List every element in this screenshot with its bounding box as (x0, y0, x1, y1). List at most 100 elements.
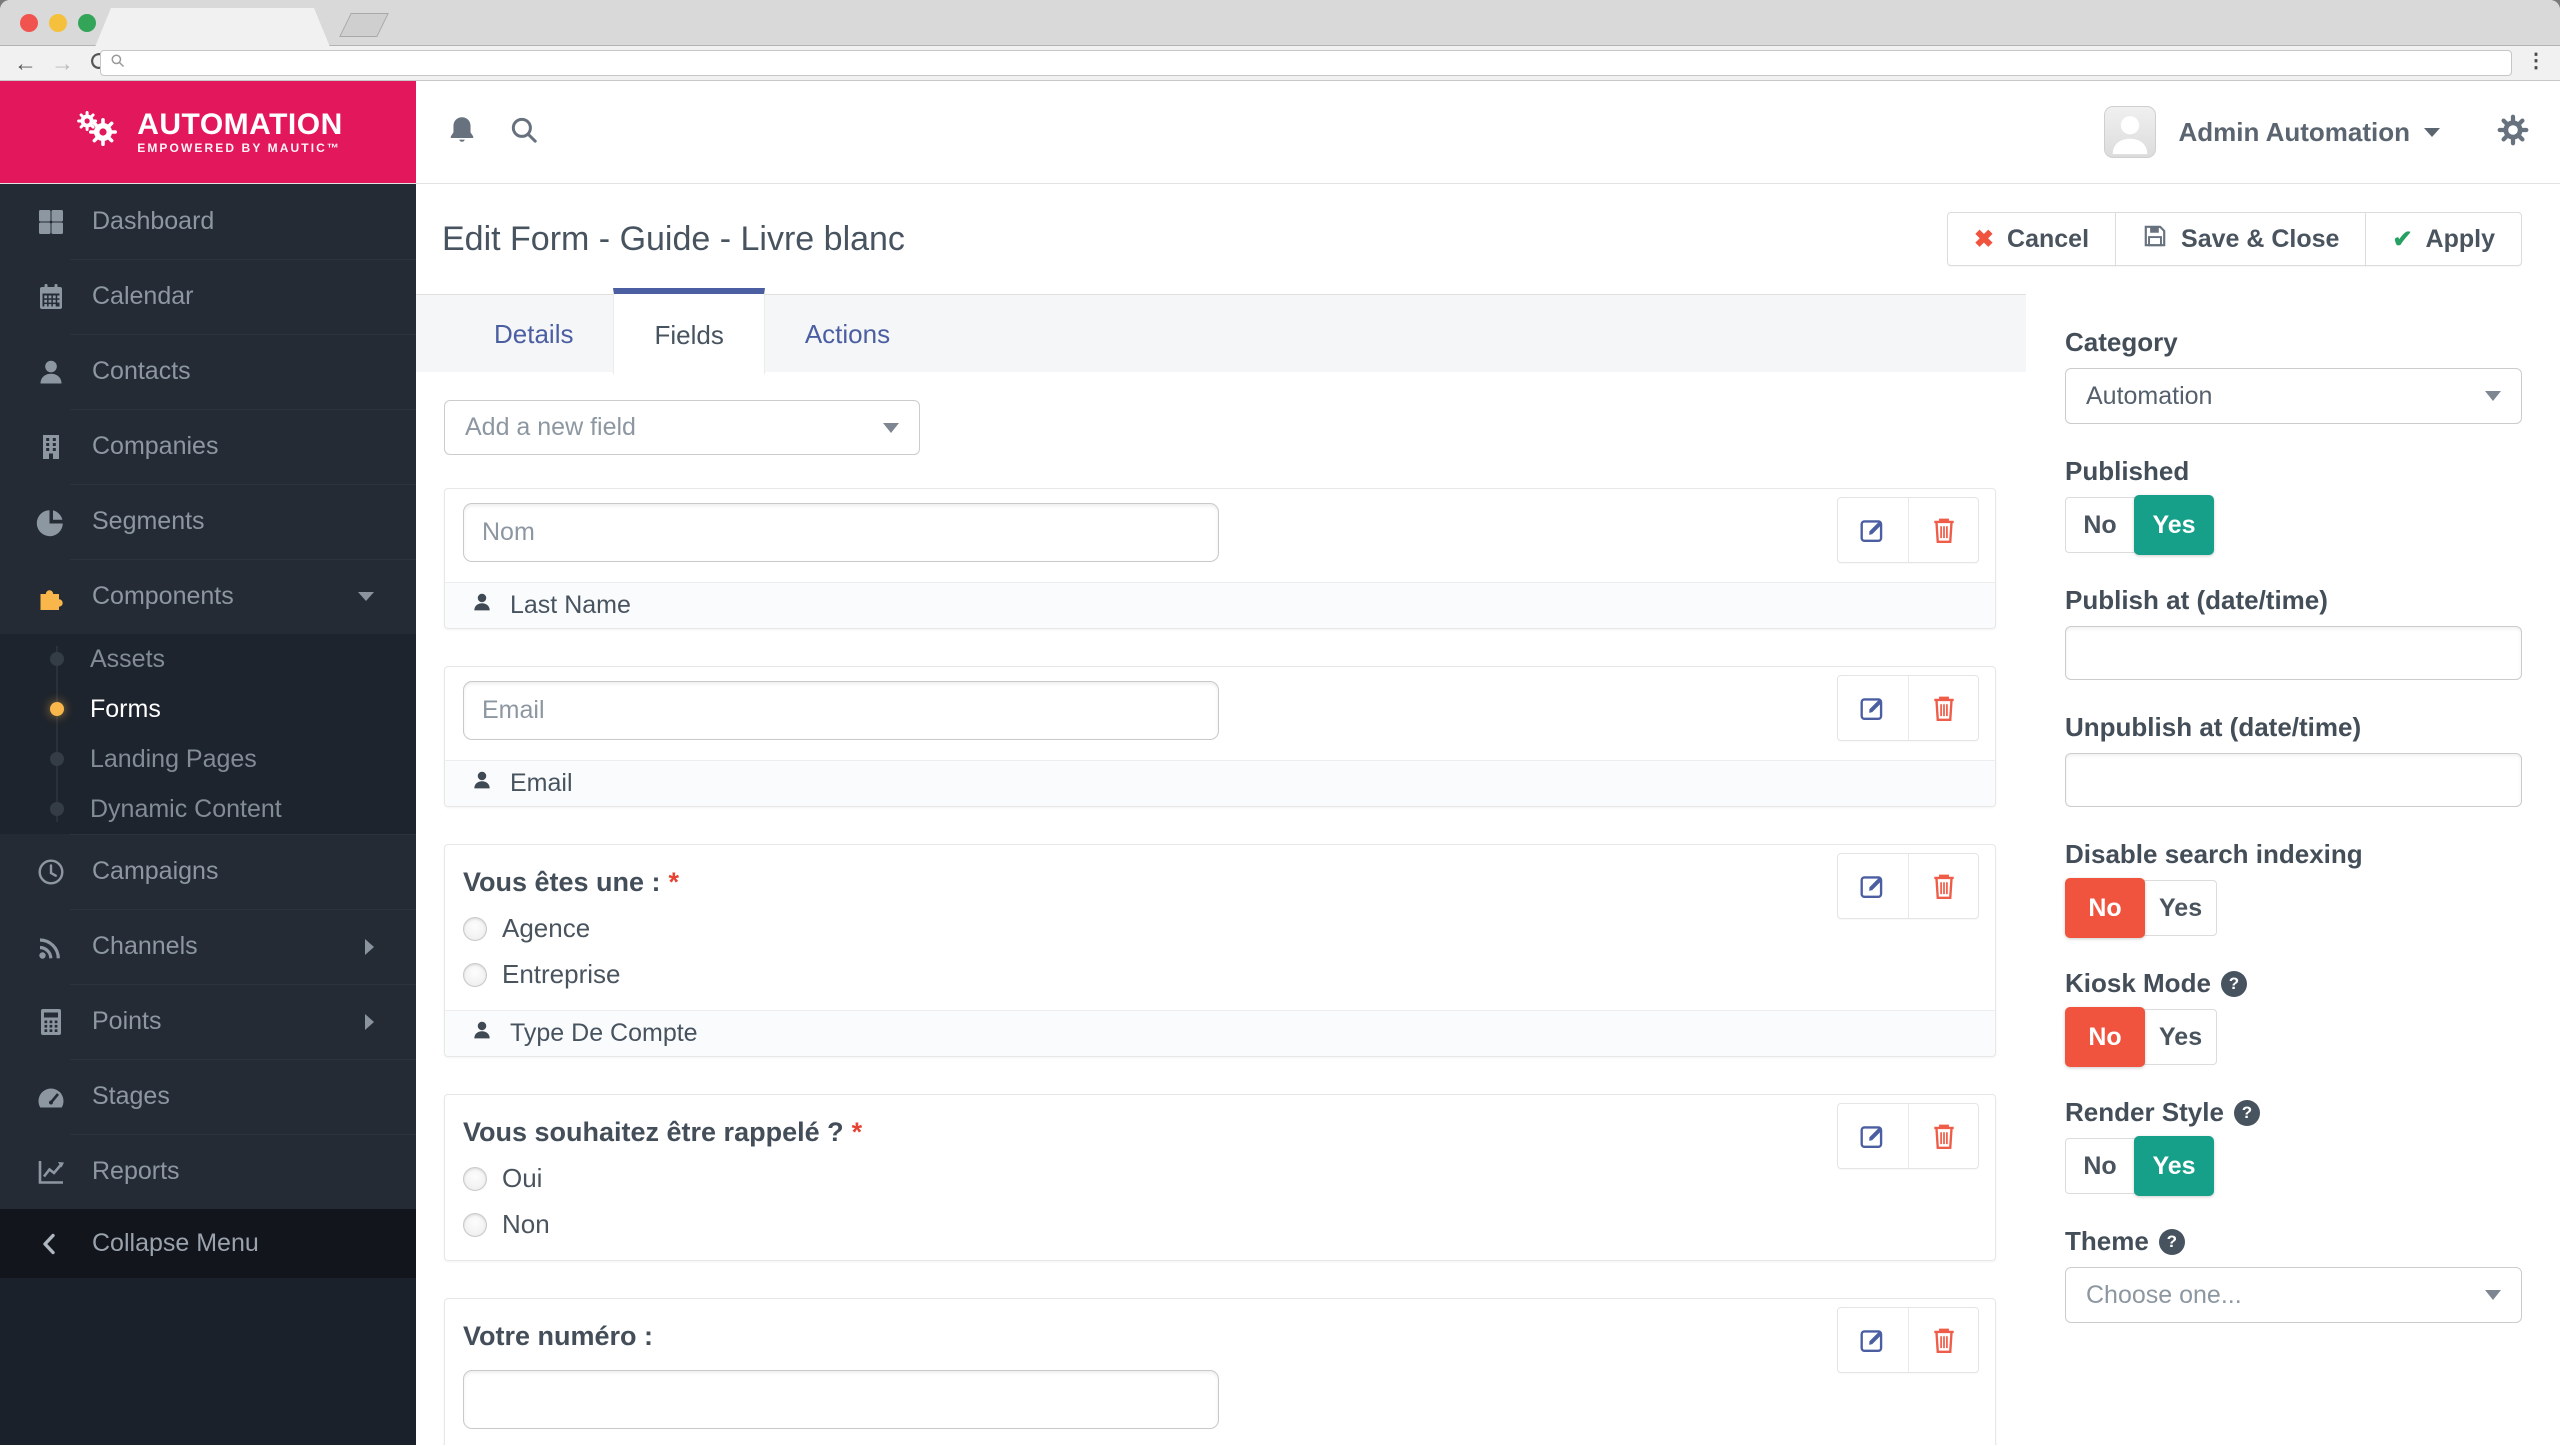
radio-option[interactable]: Entreprise (463, 959, 1977, 990)
sidebar-item-companies[interactable]: Companies (0, 409, 416, 484)
apply-button[interactable]: ✔ Apply (2365, 212, 2522, 266)
edit-field-button[interactable] (1838, 854, 1908, 918)
radio-icon[interactable] (463, 1166, 487, 1191)
add-new-field-select[interactable]: Add a new field (444, 400, 920, 455)
sidebar-item-channels[interactable]: Channels (0, 909, 416, 984)
sidebar-item-dashboard[interactable]: Dashboard (0, 184, 416, 259)
sidebar-item-stages[interactable]: Stages (0, 1059, 416, 1134)
page-header: Edit Form - Guide - Livre blanc ✖ Cancel… (416, 184, 2560, 294)
tab-fields[interactable]: Fields (613, 288, 765, 374)
field-toolbar (1837, 853, 1979, 919)
settings-gear-icon[interactable] (2496, 113, 2530, 152)
bullet-icon (50, 702, 64, 716)
theme-select[interactable]: Choose one... (2065, 1267, 2522, 1323)
published-yes-button[interactable]: Yes (2134, 495, 2214, 555)
radio-option[interactable]: Oui (463, 1163, 1977, 1194)
published-no-button[interactable]: No (2065, 497, 2135, 553)
field-label: Votre numéro : (463, 1321, 654, 1351)
radio-option[interactable]: Non (463, 1209, 1977, 1240)
collapse-menu-label: Collapse Menu (92, 1229, 259, 1257)
add-new-field-placeholder: Add a new field (465, 413, 636, 441)
publish-at-input[interactable] (2065, 626, 2522, 680)
help-icon[interactable]: ? (2220, 970, 2247, 997)
delete-field-button[interactable] (1908, 854, 1978, 918)
sidebar-item-assets[interactable]: Assets (0, 634, 416, 684)
render-style-yes-button[interactable]: Yes (2134, 1136, 2214, 1196)
render-style-no-button[interactable]: No (2065, 1138, 2135, 1194)
field-preview-input[interactable] (463, 681, 1219, 740)
field-preview-input[interactable] (463, 1370, 1219, 1429)
sidebar-item-contacts[interactable]: Contacts (0, 334, 416, 409)
sidebar-item-segments[interactable]: Segments (0, 484, 416, 559)
published-label: Published (2065, 456, 2190, 486)
sidebar-item-label: Assets (90, 644, 166, 673)
pie-chart-icon (34, 507, 68, 537)
category-select[interactable]: Automation (2065, 368, 2522, 424)
new-tab-button[interactable] (339, 13, 389, 37)
mapped-field-label: Email (510, 769, 573, 797)
delete-field-button[interactable] (1908, 676, 1978, 740)
tab-details[interactable]: Details (454, 295, 613, 372)
delete-field-button[interactable] (1908, 498, 1978, 562)
help-icon[interactable]: ? (2158, 1228, 2185, 1255)
brand-logo[interactable]: AUTOMATION EMPOWERED BY MAUTIC™ (0, 81, 416, 183)
edit-field-button[interactable] (1838, 1104, 1908, 1168)
radio-option-label: Non (502, 1209, 550, 1239)
save-and-close-button[interactable]: Save & Close (2115, 212, 2367, 266)
user-avatar[interactable] (2104, 106, 2157, 158)
kiosk-yes-button[interactable]: Yes (2144, 1009, 2218, 1065)
radio-icon[interactable] (463, 1212, 487, 1237)
back-icon[interactable]: ← (14, 51, 37, 75)
browser-toolbar: ← → ⋮ (0, 46, 2560, 81)
chevron-down-icon[interactable] (2424, 127, 2440, 137)
sidebar-item-components[interactable]: Components (0, 559, 416, 634)
edit-field-button[interactable] (1838, 1308, 1908, 1372)
sidebar-item-label: Forms (90, 694, 161, 723)
zoom-window-button[interactable] (78, 14, 96, 32)
required-asterisk: * (668, 867, 680, 897)
tab-actions[interactable]: Actions (765, 295, 930, 372)
radio-option-label: Oui (502, 1163, 543, 1193)
help-icon[interactable]: ? (2233, 1099, 2260, 1126)
bullet-icon (50, 752, 64, 766)
disable-search-indexing-label: Disable search indexing (2065, 839, 2363, 869)
browser-tab[interactable] (95, 8, 330, 47)
edit-field-button[interactable] (1838, 498, 1908, 562)
sidebar-item-calendar[interactable]: Calendar (0, 259, 416, 334)
edit-field-button[interactable] (1838, 676, 1908, 740)
sidebar-item-landing-pages[interactable]: Landing Pages (0, 734, 416, 784)
sidebar-item-points[interactable]: Points (0, 984, 416, 1059)
disable-search-no-button[interactable]: No (2065, 878, 2145, 938)
category-label: Category (2065, 327, 2178, 357)
delete-field-button[interactable] (1908, 1104, 1978, 1168)
sidebar-item-forms[interactable]: Forms (0, 684, 416, 734)
kiosk-no-button[interactable]: No (2065, 1007, 2145, 1067)
radio-option-label: Entreprise (502, 959, 621, 989)
disable-search-yes-button[interactable]: Yes (2144, 880, 2218, 936)
delete-field-button[interactable] (1908, 1308, 1978, 1372)
address-bar[interactable] (100, 50, 2512, 76)
minimize-window-button[interactable] (49, 14, 67, 32)
address-search-icon (110, 53, 125, 73)
unpublish-at-input[interactable] (2065, 753, 2522, 807)
sidebar-item-dynamic-content[interactable]: Dynamic Content (0, 784, 416, 834)
radio-option[interactable]: Agence (463, 913, 1977, 944)
user-menu[interactable]: Admin Automation (2178, 117, 2410, 148)
chevron-down-icon (2485, 391, 2501, 401)
publish-at-label: Publish at (date/time) (2065, 585, 2328, 615)
field-preview-input[interactable] (463, 503, 1219, 562)
global-search-icon[interactable] (508, 114, 540, 151)
cancel-button[interactable]: ✖ Cancel (1946, 212, 2117, 266)
close-window-button[interactable] (20, 14, 38, 32)
notifications-bell-icon[interactable] (446, 114, 478, 151)
form-field-panel-lastname: Last Name (444, 488, 1996, 629)
sidebar-item-reports[interactable]: Reports (0, 1134, 416, 1209)
sidebar-item-campaigns[interactable]: Campaigns (0, 834, 416, 909)
forward-icon[interactable]: → (51, 51, 74, 75)
radio-icon[interactable] (463, 916, 487, 941)
collapse-menu-button[interactable]: Collapse Menu (0, 1209, 416, 1278)
save-label: Save & Close (2181, 224, 2340, 253)
browser-menu-icon[interactable]: ⋮ (2526, 48, 2546, 73)
kiosk-mode-label: Kiosk Mode ? (2065, 968, 2522, 999)
radio-icon[interactable] (463, 962, 487, 987)
